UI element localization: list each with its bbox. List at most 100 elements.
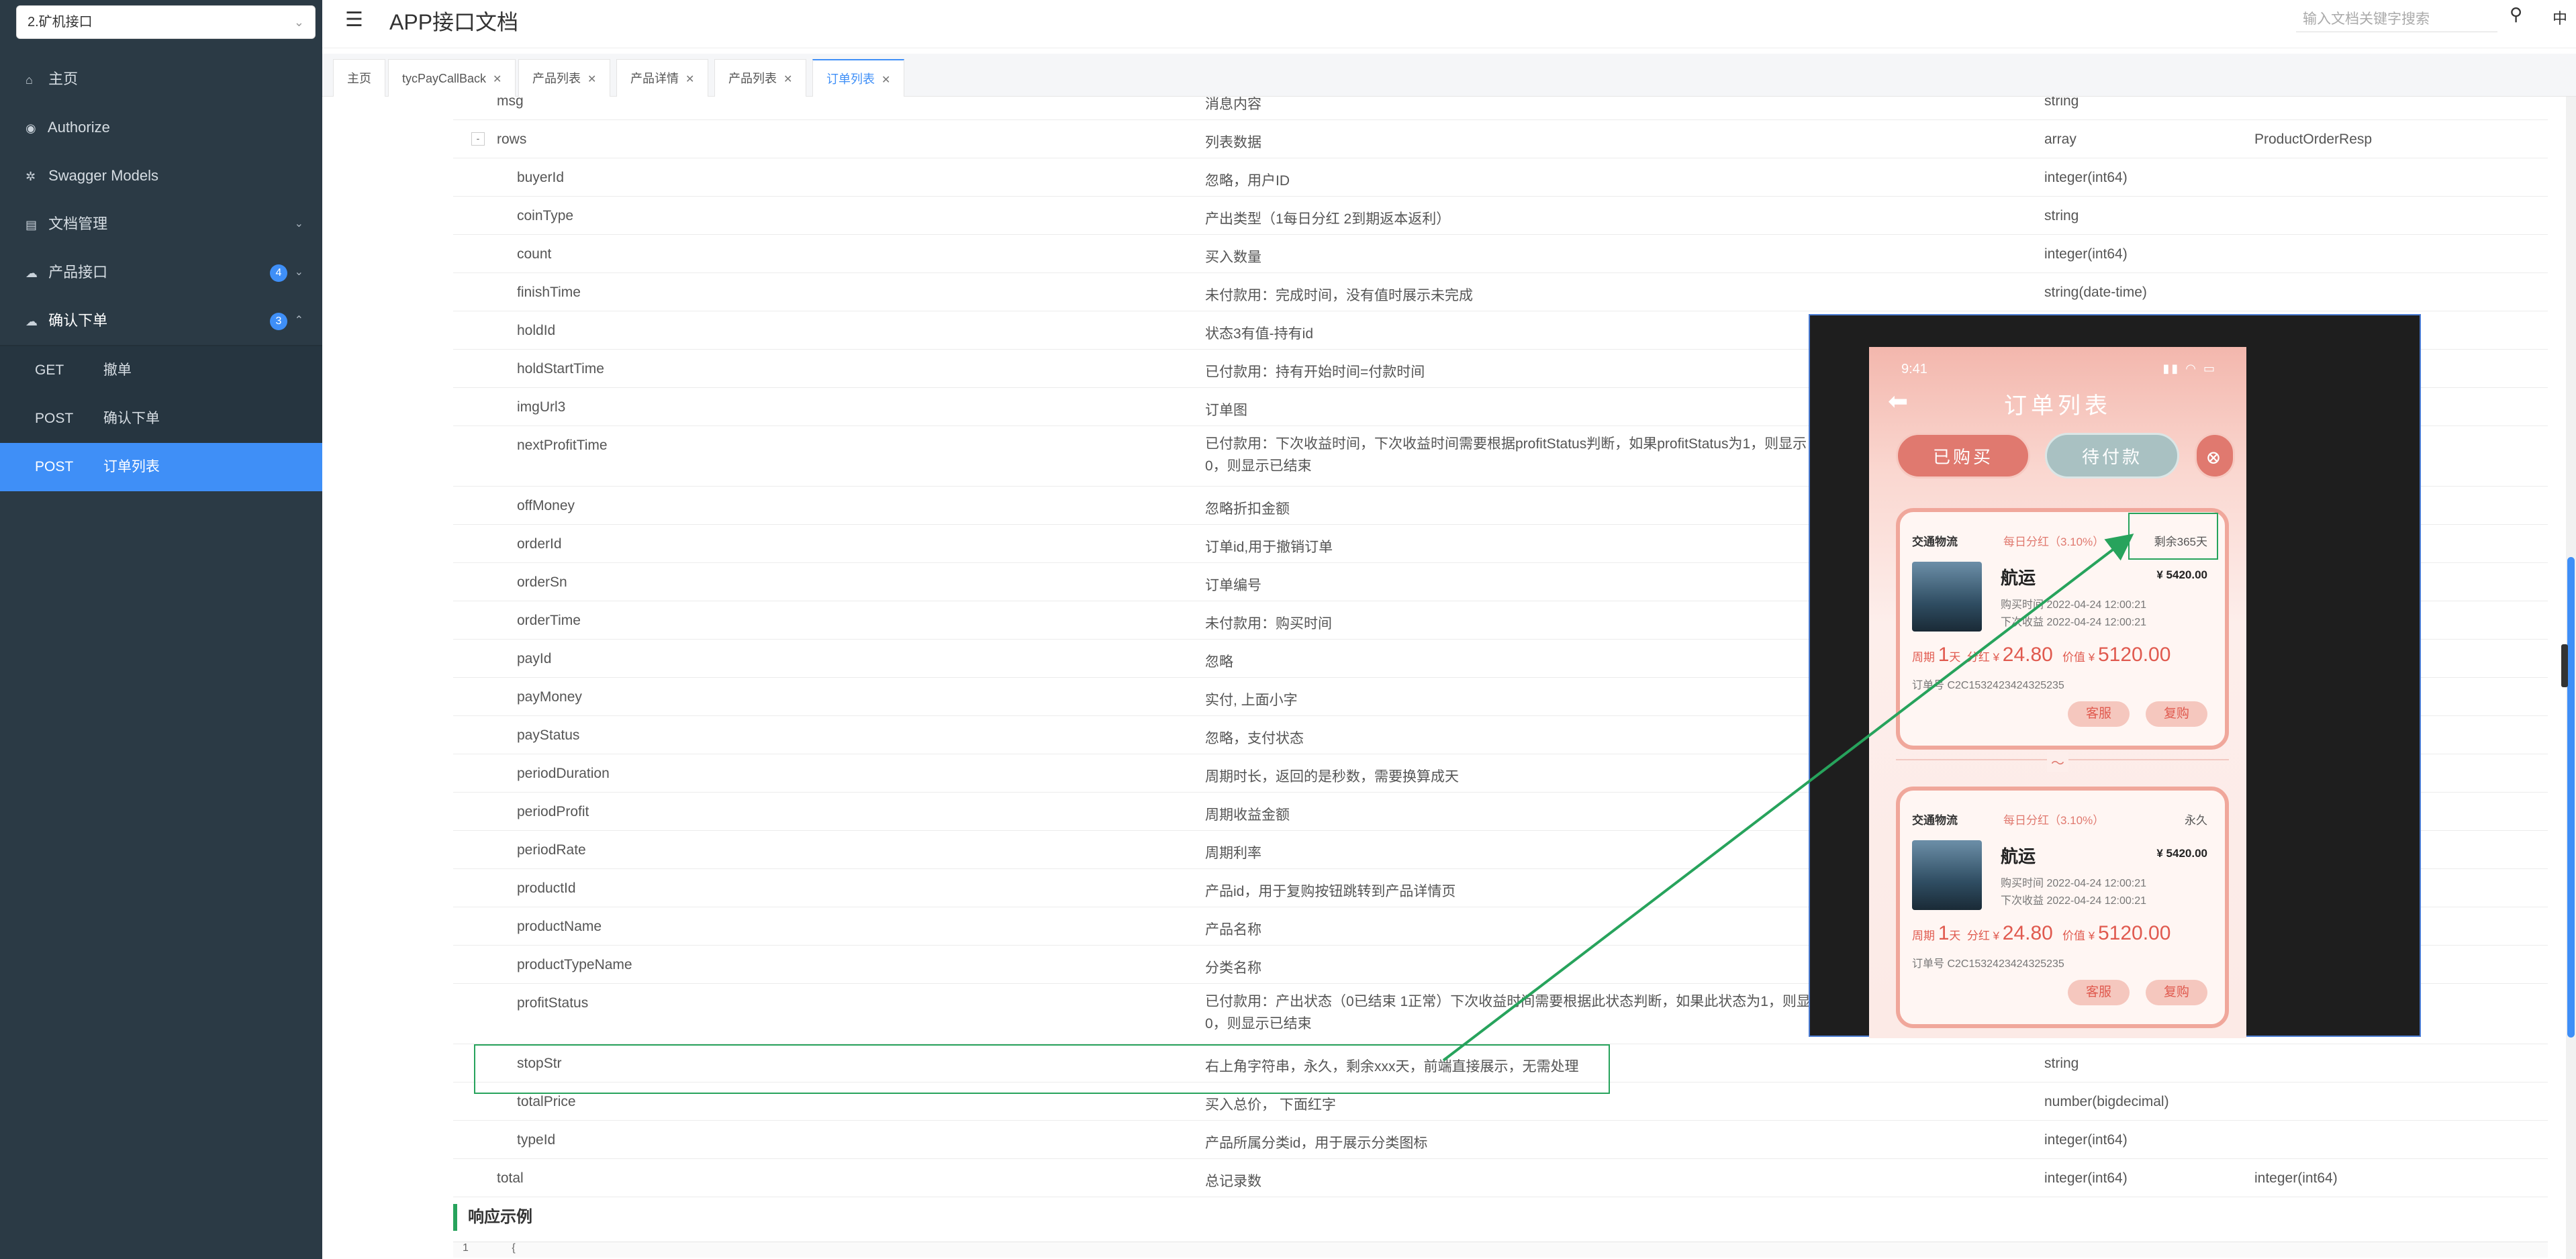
field-type: array <box>2044 132 2077 147</box>
field-type: string <box>2044 1056 2079 1071</box>
tab-bought[interactable]: 已购买 <box>1896 433 2030 479</box>
field-desc: 总记录数 <box>1205 1174 1261 1189</box>
close-icon[interactable]: ✕ <box>783 74 792 85</box>
field-type: string <box>2044 97 2079 109</box>
field-name: payStatus <box>517 727 580 743</box>
close-circle-icon[interactable]: ⊗ <box>2195 433 2235 479</box>
field-type: integer(int64) <box>2044 1170 2128 1186</box>
status-time: 9:41 <box>1901 362 1927 376</box>
sidebar-item-swagger-models[interactable]: ✲ Swagger Models <box>0 152 322 200</box>
order-card[interactable]: 交通物流 每日分红（3.10%） 永久 航运 ¥ 5420.00 购买时间 20… <box>1896 787 2229 1028</box>
dividend-value: 24.80 <box>2002 644 2053 666</box>
rebuy-button[interactable]: 复购 <box>2146 980 2207 1005</box>
cloud-icon: ☁ <box>26 266 38 280</box>
search-input[interactable]: 输入文档关键字搜索 <box>2296 5 2497 32</box>
doc-icon: ▤ <box>26 218 38 232</box>
sidebar-item-product-api[interactable]: ☁ 产品接口 4 ⌄ <box>0 248 322 297</box>
top-header: ☰ APP接口文档 输入文档关键字搜索 ⚲ 中 <box>322 0 2576 48</box>
service-button[interactable]: 客服 <box>2068 980 2130 1005</box>
sidebar-item-confirm-order[interactable]: ☁ 确认下单 3 ⌃ <box>0 297 322 345</box>
language-switch[interactable]: 中 <box>2553 7 2567 28</box>
field-name: coinType <box>517 208 574 223</box>
field-name: count <box>517 246 552 262</box>
field-name: orderSn <box>517 574 567 590</box>
table-row: finishTime 未付款用：完成时间，没有值时展示未完成 string(date… <box>453 273 2548 311</box>
field-name: holdStartTime <box>517 361 604 376</box>
sidebar-item-label: 确认下单 <box>48 312 108 329</box>
buy-time: 购买时间 2022-04-24 12:00:21 <box>2001 878 2147 889</box>
code-editor: 1 { <box>453 1242 2548 1258</box>
field-name: buyerId <box>517 170 565 185</box>
line-number: 1 <box>463 1242 469 1254</box>
collapse-toggle[interactable]: - <box>471 132 485 146</box>
sidebar-subitem-confirm-order[interactable]: POST 确认下单 <box>0 395 322 443</box>
close-icon[interactable]: ✕ <box>587 74 596 85</box>
field-type: string(date-time) <box>2044 285 2147 300</box>
tab-product-list-2[interactable]: 产品列表 ✕ <box>714 59 807 97</box>
field-name: profitStatus <box>517 995 589 1011</box>
buy-time: 购买时间 2022-04-24 12:00:21 <box>2001 599 2147 611</box>
next-profit-time: 下次收益 2022-04-24 12:00:21 <box>2001 617 2147 628</box>
dividend-value: 24.80 <box>2002 922 2053 944</box>
field-name: msg <box>497 97 524 109</box>
table-row: msg 消息内容 string <box>453 97 2548 120</box>
field-name: periodRate <box>517 842 586 858</box>
lock-icon: ◉ <box>26 121 36 135</box>
product-image <box>1912 562 1982 632</box>
divider-ornament: ～ <box>2047 752 2068 772</box>
field-desc: 买入数量 <box>1205 250 1261 265</box>
period-value: 1 <box>1938 922 1950 944</box>
phone-title: 订单列表 <box>2004 393 2111 419</box>
tab-product-list[interactable]: 产品列表 ✕ <box>518 59 611 97</box>
table-row: typeId 产品所属分类id，用于展示分类图标 integer(int64) <box>453 1121 2548 1159</box>
field-name: imgUrl3 <box>517 399 566 415</box>
response-example-title: 响应示例 <box>453 1204 532 1231</box>
tab-order-list[interactable]: 订单列表 ✕ <box>812 59 905 97</box>
sidebar-item-doc-manage[interactable]: ▤ 文档管理 ⌄ <box>0 200 322 248</box>
field-name: periodDuration <box>517 766 610 781</box>
product-image <box>1912 840 1982 910</box>
search-icon[interactable]: ⚲ <box>2510 4 2522 25</box>
field-type: integer(int64) <box>2044 1132 2128 1148</box>
sidebar-item-label: 产品接口 <box>48 264 108 281</box>
chevron-down-icon: ⌄ <box>294 218 303 230</box>
sidebar-item-home[interactable]: ⌂ 主页 <box>0 55 322 103</box>
phone-screenshot-overlay: 9:41 ▮▮ ◠ ▭ ⬅ 订单列表 已购买 待付款 ⊗ 交通物流 每日分红（3… <box>1809 314 2421 1038</box>
menu-toggle-icon[interactable]: ☰ <box>345 8 363 32</box>
scrollbar-thumb[interactable] <box>2567 557 2575 1038</box>
rate-label: 每日分红（3.10%） <box>2003 536 2105 548</box>
field-name: productName <box>517 919 602 934</box>
table-row: buyerId 忽略，用户ID integer(int64) <box>453 158 2548 197</box>
models-icon: ✲ <box>26 170 36 183</box>
count-badge: 3 <box>270 313 287 330</box>
project-select[interactable]: 2.矿机接口 ⌄ <box>16 5 316 39</box>
dividend-label: 分红 ¥ <box>1966 651 2000 664</box>
tab-bar: 主页 tycPayCallBack ✕ 产品列表 ✕ 产品详情 ✕ 产品列表 ✕ 订单列… <box>322 54 2576 97</box>
field-name: payMoney <box>517 689 582 705</box>
tab-tycpaycallback[interactable]: tycPayCallBack ✕ <box>388 59 516 97</box>
sidebar-item-label: 文档管理 <box>48 215 108 232</box>
close-icon[interactable]: ✕ <box>493 74 502 85</box>
sidebar-item-authorize[interactable]: ◉ Authorize <box>0 103 322 152</box>
rebuy-button[interactable]: 复购 <box>2146 701 2207 727</box>
sidebar-subitem-order-list[interactable]: POST 订单列表 <box>0 443 322 491</box>
field-name: total <box>497 1170 524 1186</box>
tab-pending[interactable]: 待付款 <box>2045 433 2179 479</box>
annotation-highlight-box <box>474 1044 1610 1094</box>
sidebar-subitem-label: 订单列表 <box>103 459 160 474</box>
home-icon: ⌂ <box>26 73 33 87</box>
field-name: holdId <box>517 323 556 338</box>
tab-home[interactable]: 主页 <box>333 59 385 97</box>
tab-label: tycPayCallBack <box>402 72 487 85</box>
scroll-marker <box>2561 644 2568 687</box>
pay-money: ¥ 5420.00 <box>2156 847 2207 860</box>
sidebar-subitem-cancel-order[interactable]: GET 撤单 <box>0 346 322 395</box>
field-type: number(bigdecimal) <box>2044 1094 2169 1109</box>
tab-label: 产品列表 <box>532 72 581 85</box>
field-name: periodProfit <box>517 804 589 819</box>
field-desc: 买入总价， 下面红字 <box>1205 1097 1336 1113</box>
tab-product-detail[interactable]: 产品详情 ✕ <box>616 59 709 97</box>
close-icon[interactable]: ✕ <box>685 74 694 85</box>
service-button[interactable]: 客服 <box>2068 701 2130 727</box>
close-icon[interactable]: ✕ <box>881 74 890 86</box>
